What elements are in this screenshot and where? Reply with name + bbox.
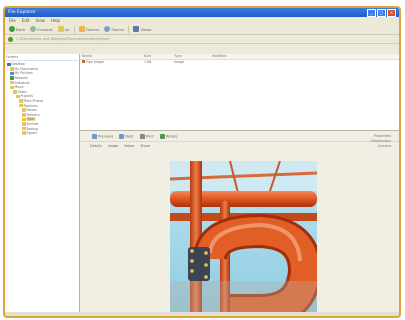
file-type: Image <box>174 60 184 64</box>
info-camera: Camera <box>377 144 391 148</box>
back-label: Back <box>16 26 26 32</box>
views-label: Views <box>140 26 152 32</box>
tab-notes[interactable]: Notes <box>124 144 134 148</box>
folder-tree: Folders Desktop My Documents My Pictures… <box>5 54 80 312</box>
menu-file[interactable]: File <box>9 18 16 23</box>
column-size[interactable]: Size <box>142 54 172 59</box>
folder-icon <box>13 90 17 94</box>
column-modified[interactable]: Modified <box>210 54 270 59</box>
rotate-icon <box>159 133 165 139</box>
search-button[interactable]: Search <box>103 26 125 32</box>
status-bar <box>5 312 399 316</box>
back-button[interactable]: Back <box>8 26 26 32</box>
folder-icon <box>22 122 26 126</box>
views-button[interactable]: Views <box>132 26 152 32</box>
tab-details[interactable]: Details <box>90 144 102 148</box>
folder-icon <box>22 113 26 117</box>
column-name[interactable]: Name <box>80 54 142 59</box>
pictures-icon <box>10 71 14 76</box>
forward-button[interactable]: Forward <box>29 26 53 32</box>
address-input[interactable]: C:\Documents and Settings\Pictures\Indus… <box>16 37 109 41</box>
print-button[interactable]: Print <box>139 133 154 139</box>
image-info: Properties Dimensions Camera <box>371 134 391 149</box>
back-arrow-icon <box>9 26 15 32</box>
list-item[interactable]: Pipe image 1 KB Image <box>80 60 399 65</box>
toolbar-divider <box>128 25 130 33</box>
next-icon <box>119 133 125 139</box>
folders-label: Folders <box>85 26 100 32</box>
menu-view[interactable]: View <box>35 18 45 23</box>
rotate-button[interactable]: Rotate <box>159 133 178 139</box>
desktop-icon <box>7 62 11 67</box>
menu-help[interactable]: Help <box>51 18 60 23</box>
tab-image[interactable]: Image <box>108 144 119 148</box>
maximize-button[interactable]: □ <box>377 8 386 17</box>
folder-icon <box>22 108 26 112</box>
pipe-photo <box>170 161 317 316</box>
preview-tabs: Details Image Notes Share <box>80 142 399 149</box>
search-icon <box>104 26 111 32</box>
folder-icon <box>19 103 23 108</box>
open-folder-icon <box>22 117 26 122</box>
folder-up-icon <box>57 26 64 32</box>
menu-edit[interactable]: Edit <box>22 18 30 23</box>
preview-image <box>170 161 317 316</box>
toolbar: Back Forward Up Folders Search Views <box>5 24 399 35</box>
documents-icon <box>10 67 14 71</box>
folders-icon <box>78 26 85 32</box>
image-file-icon <box>82 60 85 63</box>
menu-bar: File Edit View Help <box>5 17 399 24</box>
preview-toolbar: Previous Next Print Rotate <box>80 131 399 142</box>
content-pane: Name Size Type Modified Pipe image 1 KB … <box>80 54 399 316</box>
views-icon <box>133 26 140 32</box>
toolbar-divider <box>73 25 75 33</box>
tab-share[interactable]: Share <box>140 144 150 148</box>
window-title: File Explorer <box>8 10 36 15</box>
next-button[interactable]: Next <box>119 133 134 139</box>
previous-icon <box>92 133 97 139</box>
folder-icon <box>10 85 14 90</box>
previous-button[interactable]: Previous <box>92 133 113 139</box>
close-button[interactable]: × <box>387 8 396 17</box>
column-type[interactable]: Type <box>172 54 210 59</box>
preview-pane: Previous Next Print Rotate Details Image… <box>80 131 399 316</box>
network-icon <box>10 76 14 80</box>
app-window: File Explorer _ □ × File Edit View Help … <box>3 6 401 318</box>
file-modified <box>210 60 270 65</box>
tree-header: Folders <box>6 55 78 61</box>
minimize-button[interactable]: _ <box>367 8 376 17</box>
go-icon[interactable] <box>8 36 13 42</box>
title-bar: File Explorer _ □ × <box>5 8 399 17</box>
address-bar: C:\Documents and Settings\Pictures\Indus… <box>5 35 399 44</box>
search-label: Search <box>111 26 125 32</box>
up-label: Up <box>64 26 70 32</box>
folder-icon <box>22 131 26 135</box>
folders-button[interactable]: Folders <box>78 26 101 32</box>
folder-icon <box>19 99 23 103</box>
forward-arrow-icon <box>30 26 37 32</box>
folder-icon <box>16 94 20 99</box>
folder-icon <box>22 126 26 131</box>
file-name: Pipe image <box>80 60 142 65</box>
print-icon <box>139 133 145 139</box>
folder-icon <box>10 80 14 85</box>
file-size: 1 KB <box>144 60 152 64</box>
main-area: Folders Desktop My Documents My Pictures… <box>5 54 399 316</box>
file-list: Name Size Type Modified Pipe image 1 KB … <box>80 54 399 131</box>
tree-item[interactable]: Export <box>6 131 78 136</box>
up-button[interactable]: Up <box>57 26 71 32</box>
forward-label: Forward <box>37 26 53 32</box>
